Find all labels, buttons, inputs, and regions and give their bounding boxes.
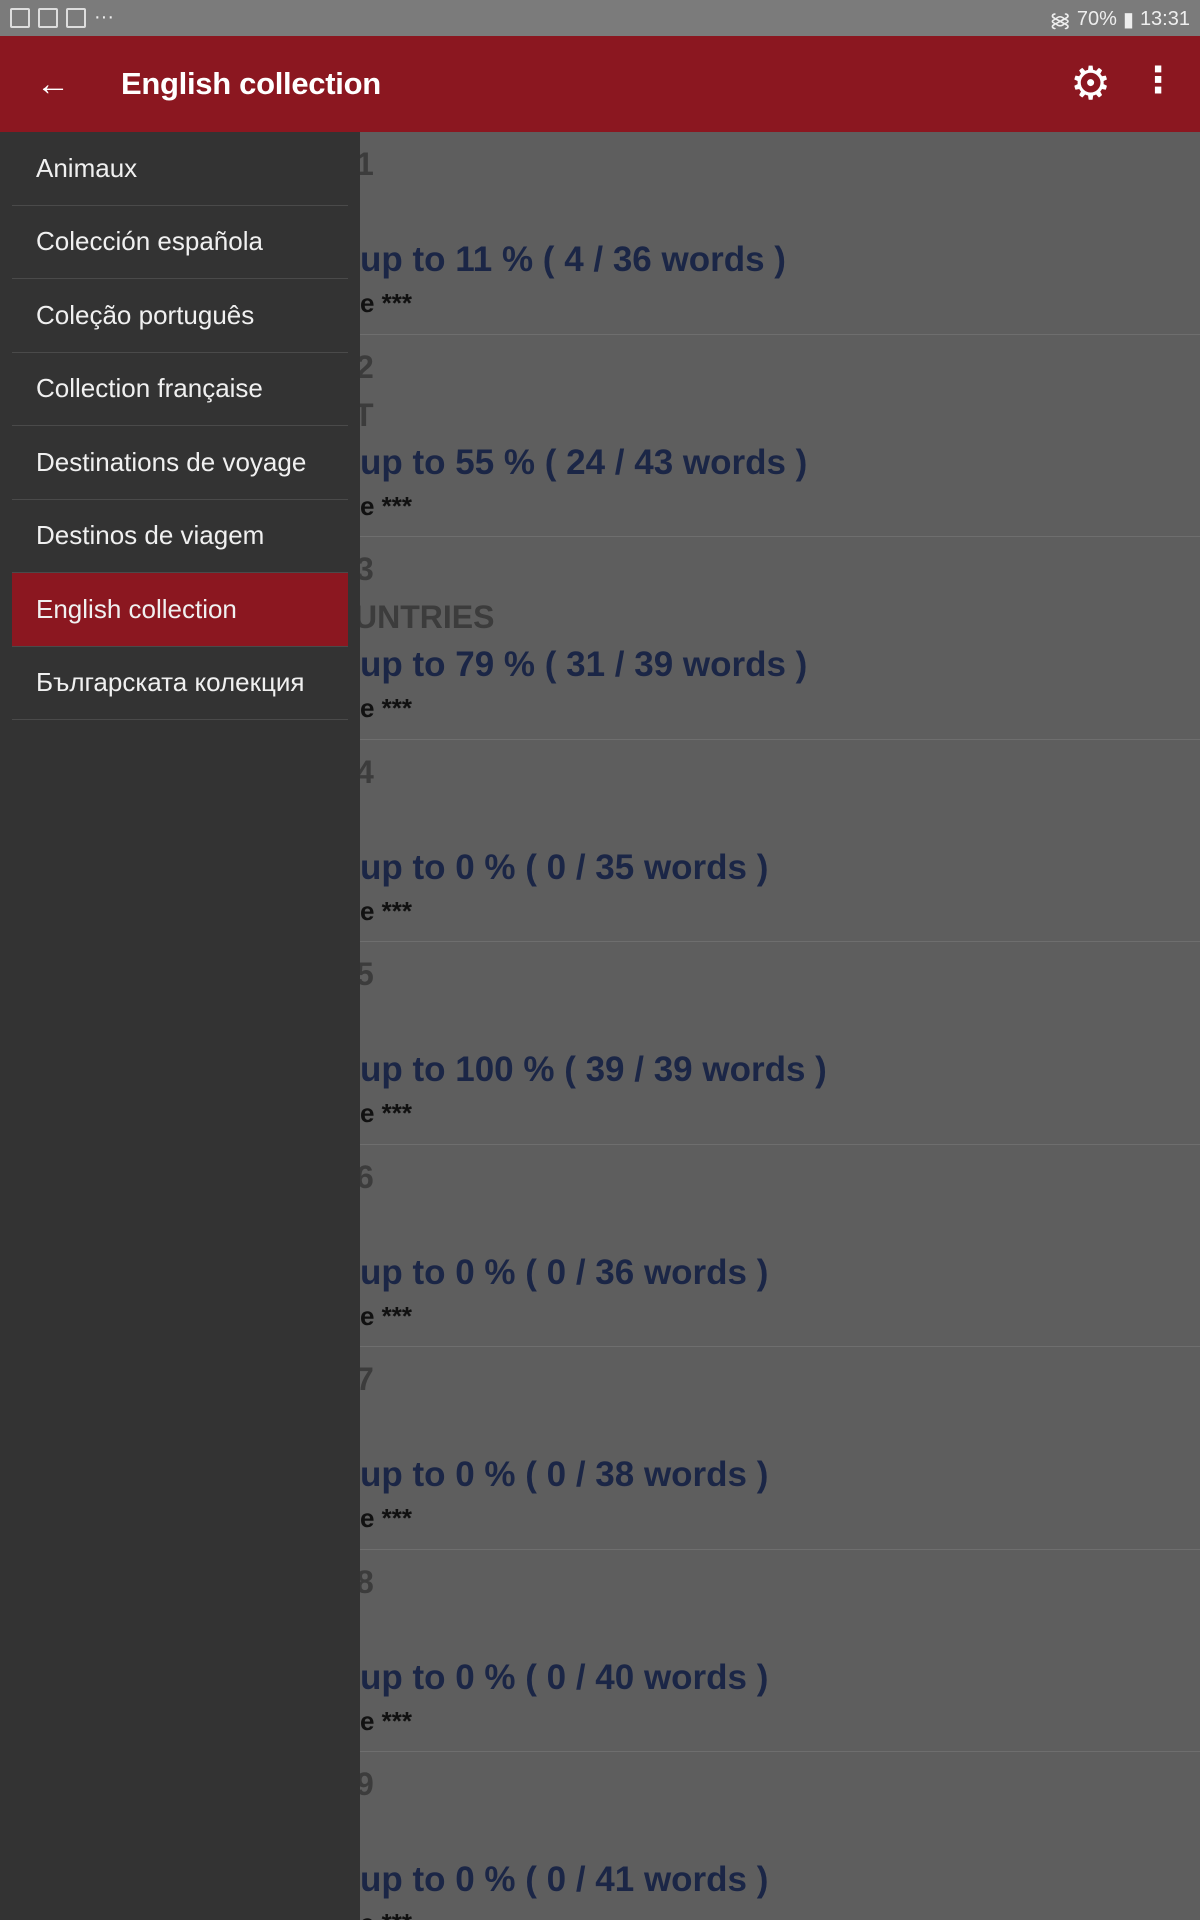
drawer-item[interactable]: Destinations de voyage	[12, 426, 348, 500]
drawer-item[interactable]: English collection	[12, 573, 348, 647]
lesson-title: UNTRIES	[354, 599, 495, 635]
lesson-progress: up to 79 % ( 31 / 39 words )	[360, 645, 808, 684]
drawer-item[interactable]: Collection française	[12, 353, 348, 426]
drawer-item-label: Българската колекция	[36, 667, 305, 698]
drawer-item-label: Animaux	[36, 152, 138, 183]
lesson-progress: up to 0 % ( 0 / 40 words )	[360, 1657, 769, 1697]
navigation-drawer: Animaux Colección española Coleção portugu…	[0, 132, 360, 1920]
drawer-item[interactable]: Colección española	[12, 206, 348, 279]
lesson-stars: e ***	[360, 1503, 413, 1533]
calendar-icon	[38, 7, 58, 28]
battery-level: 70%	[1076, 8, 1117, 30]
drawer-item-label: Collection française	[36, 373, 263, 404]
page-title: English collection	[121, 66, 381, 101]
lesson-progress: up to 11 % ( 4 / 36 words )	[360, 240, 786, 279]
drawer-item[interactable]: Coleção português	[12, 279, 348, 353]
more-dots-icon: ···	[94, 6, 114, 28]
drawer-item-label: Destinations de voyage	[36, 446, 307, 477]
drawer-item[interactable]: Animaux	[12, 132, 348, 206]
drawer-item[interactable]: Българската колекция	[12, 647, 348, 720]
lesson-stars: e ***	[360, 490, 413, 521]
gear-icon[interactable]: ⚙	[1070, 58, 1111, 108]
arrow-left-icon[interactable]: ←	[36, 64, 70, 104]
drawer-item[interactable]: Destinos de viagem	[12, 500, 348, 573]
drawer-item-label: Coleção português	[36, 299, 255, 330]
lesson-progress: up to 0 % ( 0 / 41 words )	[360, 1860, 769, 1899]
teams-icon	[10, 7, 30, 28]
lesson-progress: up to 0 % ( 0 / 36 words )	[360, 1252, 769, 1292]
app-bar: ← English collection ⚙ ⋮	[0, 36, 1200, 132]
lesson-stars: e ***	[360, 1098, 413, 1128]
lesson-progress: up to 55 % ( 24 / 43 words )	[360, 442, 808, 482]
clock: 13:31	[1139, 8, 1190, 30]
wifi-icon: ᯼	[1049, 10, 1071, 32]
drawer-item-label: Colección española	[36, 226, 263, 257]
status-bar: ··· ᯼ 70% ▮ 13:31	[0, 0, 1200, 36]
image-icon	[66, 7, 86, 28]
more-vert-icon[interactable]: ⋮	[1140, 60, 1176, 100]
lesson-stars: e ***	[360, 1705, 413, 1736]
lesson-stars: e ***	[360, 1908, 412, 1920]
drawer-item-label: Destinos de viagem	[36, 520, 265, 551]
drawer-item-label: English collection	[36, 593, 237, 624]
battery-icon: ▮	[1122, 9, 1134, 31]
lesson-progress: up to 0 % ( 0 / 35 words )	[360, 847, 769, 887]
lesson-stars: e ***	[360, 288, 413, 318]
lesson-progress: up to 100 % ( 39 / 39 words )	[360, 1050, 827, 1089]
lesson-stars: e ***	[360, 1300, 413, 1331]
lesson-progress: up to 0 % ( 0 / 38 words )	[360, 1455, 769, 1494]
lesson-stars: e ***	[360, 895, 413, 926]
lesson-stars: e ***	[360, 693, 413, 723]
